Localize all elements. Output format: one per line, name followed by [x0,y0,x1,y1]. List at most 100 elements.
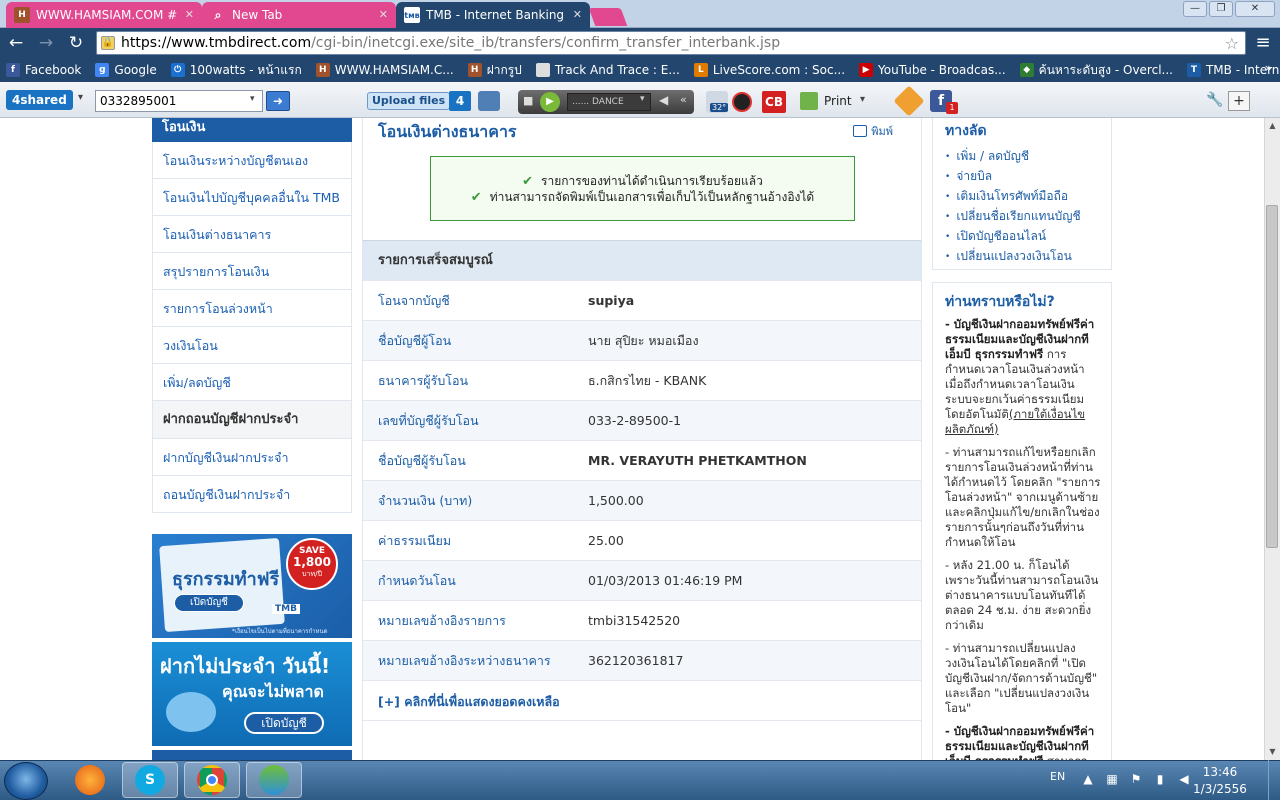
scroll-down-icon[interactable]: ▼ [1265,744,1280,760]
bookmarks-overflow-icon[interactable]: » [1265,61,1272,75]
close-tab-icon[interactable]: ✕ [185,8,194,21]
label-icon[interactable] [893,85,925,117]
dropdown-icon[interactable]: ▾ [78,92,83,103]
minimize-button[interactable]: — [1183,1,1207,17]
reload-icon[interactable]: ↻ [64,32,88,54]
open-account-button[interactable]: เปิดบัญชี [244,712,324,734]
nav-item[interactable]: โอนเงินต่างธนาคาร [152,216,352,253]
address-bar[interactable]: 🔒 https://www.tmbdirect.com/cgi-bin/inet… [96,31,1246,55]
taskbar-firefox[interactable] [62,762,118,798]
bookmarks-bar: f Facebook g Google ⏻ 100watts - หน้าแรก H WWW.… [0,58,1280,82]
add-icon[interactable]: + [1228,91,1250,111]
forward-icon[interactable]: → [34,32,58,54]
tab-title: New Tab [232,8,283,22]
chevron-down-icon[interactable]: ▾ [860,94,865,105]
banner-title: ธุรกรรมทำฟรี [172,569,280,590]
hamsiam-icon: H [467,63,482,77]
open-account-button[interactable]: เปิดบัญชี [174,594,244,612]
promo-banner-3[interactable] [152,750,352,760]
cb-icon[interactable]: CB [762,91,786,113]
nav-item[interactable]: วงเงินโอน [152,327,352,364]
tab-hamsiam[interactable]: H WWW.HAMSIAM.COM # ✕ [6,2,202,28]
clock[interactable]: 13:46 1/3/2556 [1190,764,1250,798]
new-tab-button[interactable] [588,8,628,26]
play-icon[interactable]: ▶ [540,92,560,112]
bookmark-item[interactable]: H ฝากรูป [467,61,522,80]
detail-value: tmbi31542520 [588,613,681,628]
shortcut-link[interactable]: เติมเงินโทรศัพท์มือถือ [933,186,1111,206]
station-select[interactable]: ...... DANCE [567,93,651,111]
language-indicator[interactable]: EN [1050,770,1065,783]
save-amount: 1,800 [293,555,331,569]
close-window-button[interactable]: ✕ [1235,1,1275,17]
promo-banner-free-transaction[interactable]: ธุรกรรมทำฟรี SAVE 1,800 บาท/ปี เปิดบัญชี… [152,534,352,638]
bookmark-item[interactable]: H WWW.HAMSIAM.C... [315,63,454,77]
taskbar-skype[interactable]: S [122,762,178,798]
shortcut-link[interactable]: เปิดบัญชีออนไลน์ [933,226,1111,246]
4shared-logo[interactable]: 4shared [6,90,73,110]
tip-text: - หลัง 21.00 น. ก็โอนได้ เพราะวันนี้ท่าน… [945,558,1099,632]
printer-icon[interactable] [800,92,818,110]
print-link[interactable]: พิมพ์ [853,122,893,140]
wrench-icon[interactable]: 🔧 [1206,92,1223,108]
print-label[interactable]: Print [824,94,852,108]
taskbar-chrome[interactable] [184,762,240,798]
shortcut-link[interactable]: เปลี่ยนแปลงวงเงินโอน [933,246,1111,266]
scrollbar-thumb[interactable] [1266,205,1278,548]
screen-icon[interactable] [478,91,500,111]
start-button[interactable] [4,762,48,800]
menu-icon[interactable]: ≡ [1252,32,1274,54]
chevron-down-icon[interactable]: ▾ [250,94,255,104]
taskbar-messenger[interactable] [246,762,302,798]
show-desktop-button[interactable] [1268,760,1280,800]
bookmark-item[interactable]: ◆ ค้นหาระดับสูง - Overcl... [1019,61,1173,80]
back-icon[interactable]: ← [4,32,28,54]
nav-item[interactable]: รายการโอนล่วงหน้า [152,290,352,327]
shortcut-link[interactable]: จ่ายบิล [933,166,1111,186]
nav-sub-item[interactable]: ถอนบัญชีเงินฝากประจำ [152,476,352,513]
detail-label: หมายเลขอ้างอิงรายการ [378,612,506,628]
search-go-icon[interactable]: ➜ [266,91,290,111]
bookmark-item[interactable]: Track And Trace : E... [535,63,680,77]
nav-item[interactable]: โอนเงินระหว่างบัญชีตนเอง [152,142,352,179]
detail-value: 01/03/2013 01:46:19 PM [588,573,743,588]
promo-banner-savings[interactable]: ฝากไม่ประจำ วันนี้! คุณจะไม่พลาด เปิดบัญ… [152,642,352,746]
chevron-down-icon[interactable]: ▾ [640,94,645,104]
close-tab-icon[interactable]: ✕ [379,8,388,21]
tab-new-tab[interactable]: ⌕ New Tab ✕ [202,2,396,28]
bookmark-item[interactable]: f Facebook [6,63,81,77]
toolbar-search-input[interactable]: 0332895001 [95,90,263,112]
upload-files-button[interactable]: Upload files [367,92,451,110]
nav-item[interactable]: โอนเงินไปบัญชีบุคคลอื่นใน TMB [152,179,352,216]
bookmark-item[interactable]: L LiveScore.com : Soc... [693,63,845,77]
stop-icon[interactable]: ■ [523,94,533,107]
tip-item: - บัญชีเงินฝากออมทรัพย์ฟรีค่าธรรมเนียมแล… [933,317,1111,437]
shortcut-link[interactable]: เพิ่ม / ลดบัญชี [933,146,1111,166]
bookmark-label: Google [114,63,157,77]
action-center-icon[interactable]: ⚑ [1128,772,1144,788]
shortcut-link[interactable]: เปลี่ยนชื่อเรียกแทนบัญชี [933,206,1111,226]
show-balance-link[interactable]: [+] คลิกที่นี่เพื่อแสดงยอดคงเหลือ [378,692,560,712]
shortcut-box: ทางลัด เพิ่ม / ลดบัญชีจ่ายบิลเติมเงินโทร… [932,118,1112,270]
hamsiam-icon: H [14,7,30,23]
nav-item[interactable]: สรุปรายการโอนเงิน [152,253,352,290]
volume-icon[interactable]: ◀ [659,93,668,107]
4shared-icon[interactable]: 4 [449,91,471,111]
messenger-icon [259,765,289,795]
bookmark-star-icon[interactable]: ☆ [1225,34,1239,53]
network-icon[interactable]: ▦ [1104,772,1120,788]
bookmark-item[interactable]: ▶ YouTube - Broadcas... [859,63,1006,77]
nav-item[interactable]: เพิ่ม/ลดบัญชี [152,364,352,401]
tab-tmb[interactable]: tмв TMB - Internet Banking ✕ [396,2,590,28]
bookmark-item[interactable]: g Google [95,63,157,77]
scroll-up-icon[interactable]: ▲ [1265,118,1280,134]
nav-sub-item[interactable]: ฝากบัญชีเงินฝากประจำ [152,439,352,476]
row-divider [363,680,921,681]
maximize-button[interactable]: ❐ [1209,1,1233,17]
collapse-icon[interactable]: « [680,93,687,106]
tray-expand-icon[interactable]: ▲ [1080,772,1096,788]
close-tab-icon[interactable]: ✕ [573,8,582,21]
record-icon[interactable] [732,92,752,112]
battery-icon[interactable]: ▮ [1152,772,1168,788]
bookmark-item[interactable]: ⏻ 100watts - หน้าแรก [170,61,302,80]
